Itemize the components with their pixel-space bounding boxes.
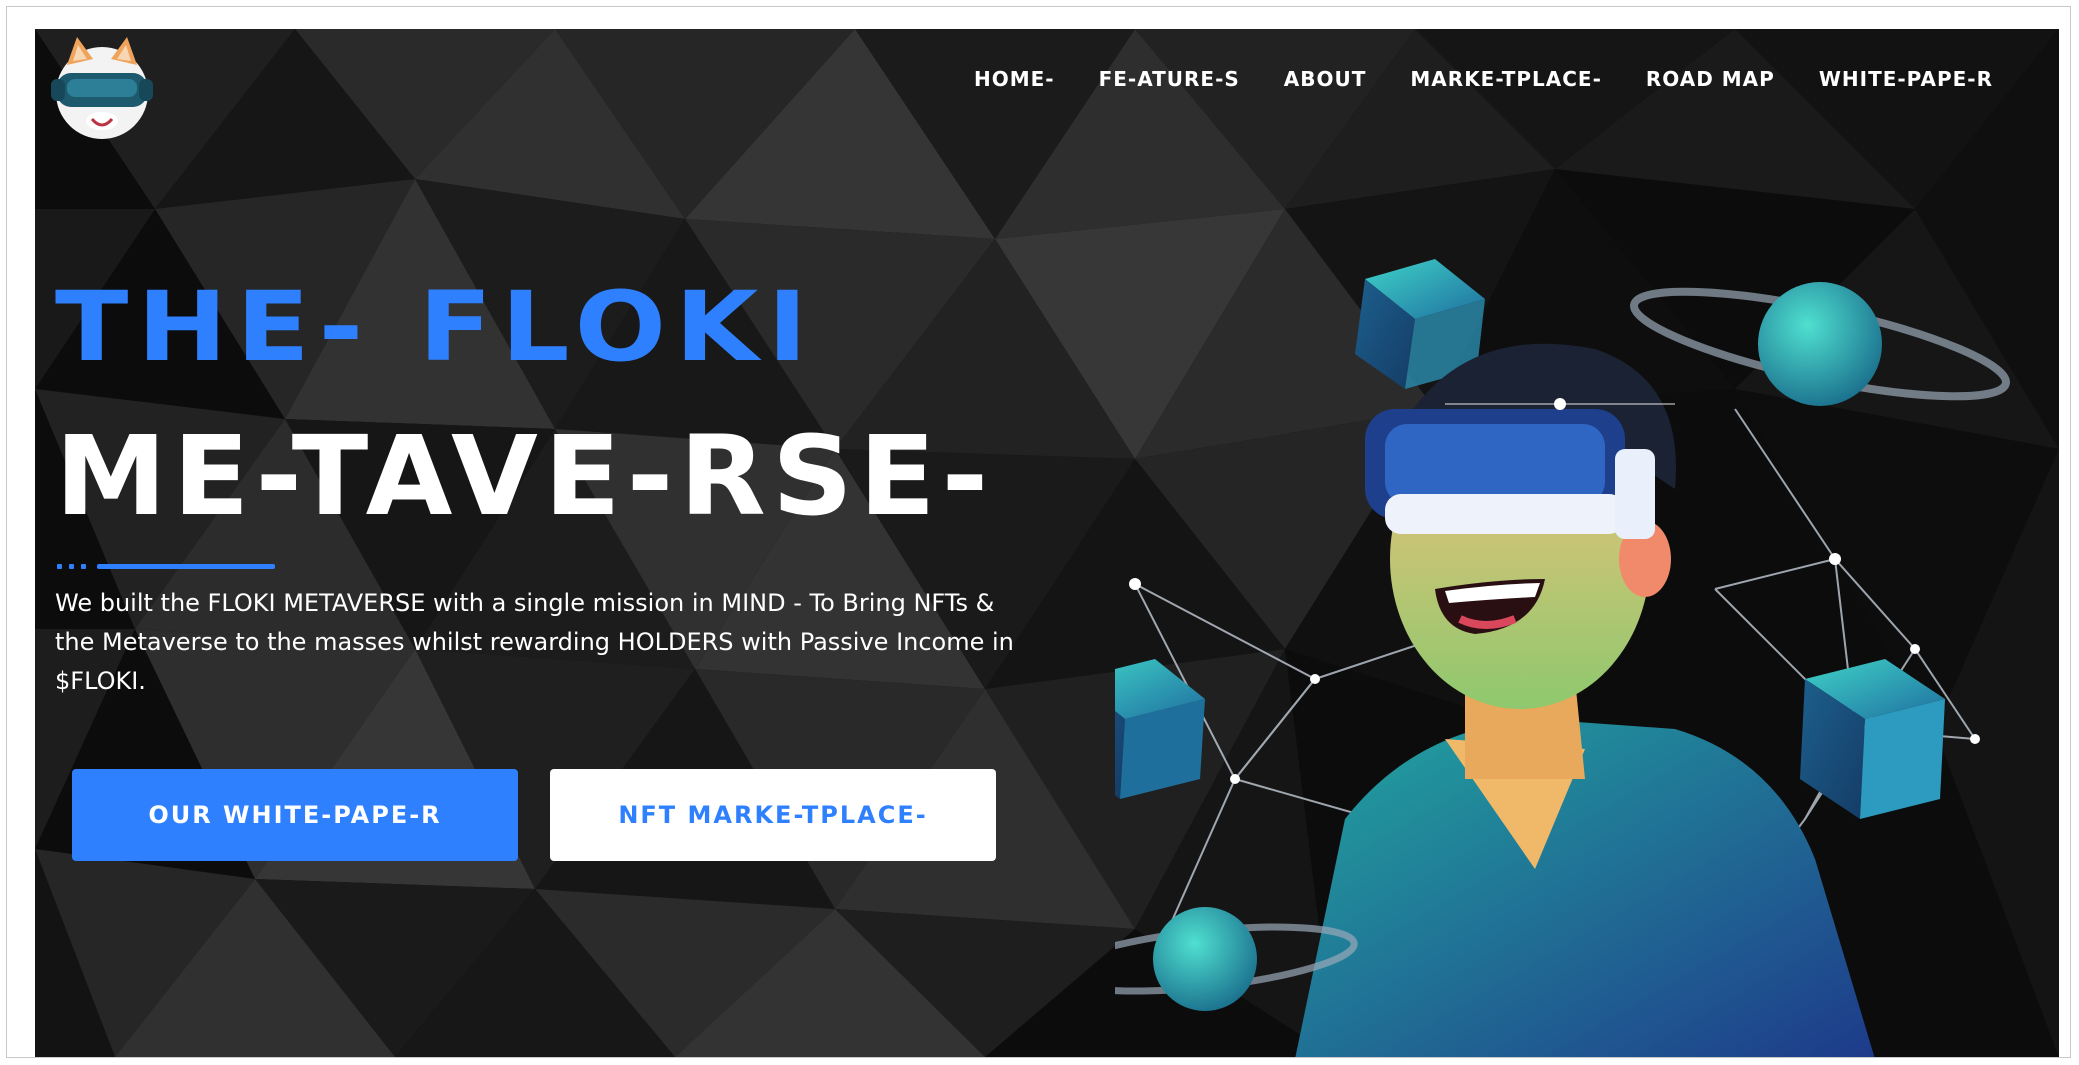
hero-description: We built the FLOKI METAVERSE with a sing… <box>55 589 1014 695</box>
browser-frame: HOME- FE-ATURE-S ABOUT MARKE-TPLACE- ROA… <box>6 6 2071 1058</box>
vr-person-illustration <box>1115 259 2010 1057</box>
divider-dot <box>57 564 62 569</box>
hero-section: HOME- FE-ATURE-S ABOUT MARKE-TPLACE- ROA… <box>35 29 2059 1057</box>
divider-dot <box>81 564 86 569</box>
floki-logo-icon[interactable] <box>47 35 157 145</box>
nav-marketplace[interactable]: MARKE-TPLACE- <box>1410 67 1601 91</box>
nav-roadmap[interactable]: ROAD MAP <box>1646 67 1775 91</box>
nft-marketplace-button[interactable]: NFT MARKE-TPLACE- <box>550 769 996 861</box>
main-nav: HOME- FE-ATURE-S ABOUT MARKE-TPLACE- ROA… <box>974 67 1993 91</box>
divider-bar <box>97 564 275 569</box>
nav-home[interactable]: HOME- <box>974 67 1055 91</box>
divider-dot <box>69 564 74 569</box>
title-divider <box>57 563 277 571</box>
nav-whitepaper[interactable]: WHITE-PAPE-R <box>1819 67 1993 91</box>
our-whitepaper-button[interactable]: OUR WHITE-PAPE-R <box>72 769 518 861</box>
nav-about[interactable]: ABOUT <box>1284 67 1367 91</box>
hero-title-line2: ME-TAVE-RSE- <box>55 412 995 540</box>
nav-features[interactable]: FE-ATURE-S <box>1099 67 1240 91</box>
hero-title-line1: THE- FLOKI <box>55 271 817 383</box>
